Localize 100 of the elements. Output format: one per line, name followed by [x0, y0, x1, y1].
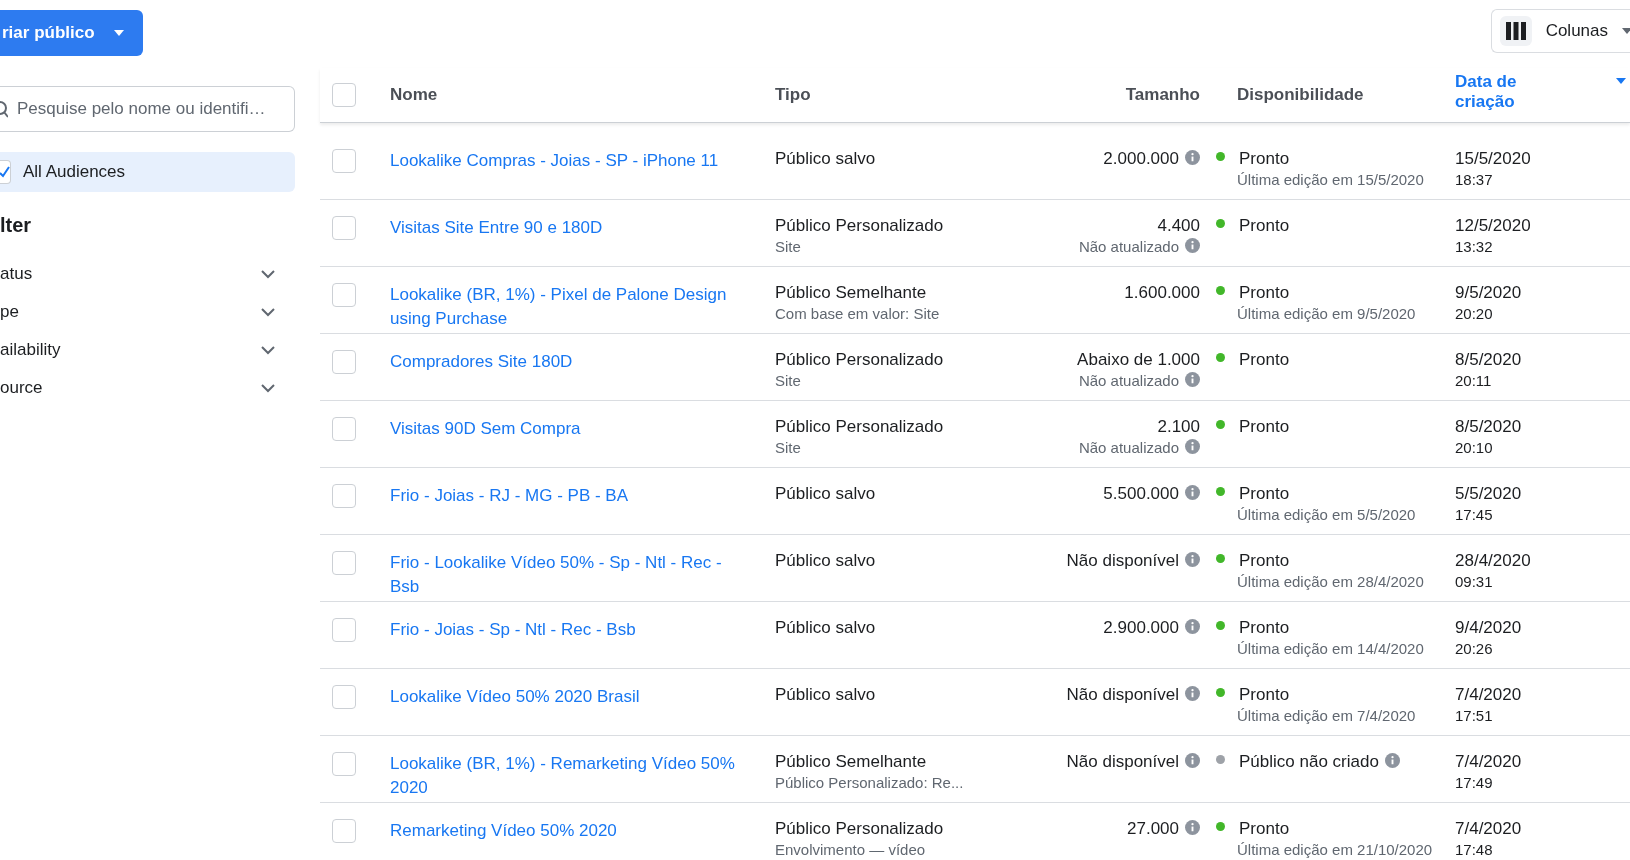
size-note: Não atualizado	[1078, 371, 1179, 391]
caret-icon	[1622, 28, 1630, 34]
creation-time: 17:48	[1455, 840, 1494, 860]
audience-name-link[interactable]: Lookalike Vídeo 50% 2020 Brasil	[390, 685, 775, 709]
filter-dropdown[interactable]: ailability	[0, 331, 295, 369]
audience-size: 4.400	[1157, 216, 1200, 236]
audience-size: Não disponível	[1066, 685, 1179, 705]
audience-size: Não disponível	[1066, 551, 1179, 571]
availability-status: Pronto	[1239, 149, 1290, 169]
creation-date: 7/4/2020	[1455, 752, 1523, 772]
audience-type: Público salvo	[775, 685, 877, 705]
creation-time: 20:26	[1455, 639, 1494, 659]
row-checkbox[interactable]	[332, 149, 356, 173]
availability-status: Pronto	[1239, 216, 1290, 236]
row-checkbox[interactable]	[332, 417, 356, 441]
audience-type: Público Personalizado	[775, 350, 945, 370]
audience-list-item[interactable]: All Audiences	[0, 152, 295, 192]
audience-size: 2.000.000	[1103, 149, 1179, 169]
audience-name-link[interactable]: Lookalike (BR, 1%) - Pixel de Palone Design using Purchase	[390, 283, 775, 331]
info-icon[interactable]	[1185, 551, 1200, 567]
creation-date: 7/4/2020	[1455, 819, 1523, 839]
audience-size: 2.100	[1157, 417, 1200, 437]
column-header[interactable]: Disponibilidade	[1237, 85, 1364, 104]
creation-time: 20:10	[1455, 438, 1494, 458]
columns-icon	[1505, 22, 1526, 40]
availability-status: Pronto	[1239, 484, 1290, 504]
audience-name-link[interactable]: Remarketing Vídeo 50% 2020	[390, 819, 775, 843]
type-detail: Site	[775, 371, 802, 391]
audience-type: Público Personalizado	[775, 216, 945, 236]
audience-size: 27.000	[1127, 819, 1179, 839]
filter-heading: lter	[0, 214, 33, 237]
info-icon[interactable]	[1185, 685, 1200, 701]
audience-name-link[interactable]: Lookalike (BR, 1%) - Remarketing Vídeo 50% 2020	[390, 752, 775, 800]
row-checkbox[interactable]	[332, 350, 356, 374]
type-detail: Envolvimento — vídeo	[775, 840, 927, 860]
info-icon[interactable]	[1384, 752, 1400, 768]
info-icon[interactable]	[1185, 819, 1200, 835]
last-edit-note: Última edição em 7/4/2020	[1237, 706, 1417, 726]
row-checkbox[interactable]	[332, 484, 356, 508]
info-icon[interactable]	[1185, 371, 1200, 387]
type-detail: Site	[775, 438, 802, 458]
filter-dropdown[interactable]: ource	[0, 369, 295, 407]
audience-size: Abaixo de 1.000	[1077, 350, 1200, 370]
audience-name-link[interactable]: Compradores Site 180D	[390, 350, 775, 374]
column-header[interactable]: Tipo	[775, 85, 811, 104]
type-detail: Site	[775, 237, 802, 257]
audience-size: 2.900.000	[1103, 618, 1179, 638]
column-header[interactable]: Data de criação	[1455, 72, 1535, 112]
row-checkbox[interactable]	[332, 283, 356, 307]
info-icon[interactable]	[1185, 752, 1200, 768]
last-edit-note: Última edição em 28/4/2020	[1237, 572, 1425, 592]
row-checkbox[interactable]	[332, 752, 356, 776]
availability-status: Público não criado	[1239, 752, 1379, 772]
audience-size: Não disponível	[1066, 752, 1179, 772]
creation-date: 9/5/2020	[1455, 283, 1523, 303]
audience-type: Público Semelhante	[775, 283, 928, 303]
row-checkbox[interactable]	[332, 685, 356, 709]
creation-date: 9/4/2020	[1455, 618, 1523, 638]
size-note: Não atualizado	[1078, 438, 1179, 458]
info-icon[interactable]	[1185, 237, 1200, 253]
filter-dropdown[interactable]: pe	[0, 293, 295, 331]
creation-time: 13:32	[1455, 237, 1494, 257]
select-all-checkbox[interactable]	[332, 83, 356, 107]
info-icon[interactable]	[1185, 484, 1200, 500]
columns-button[interactable]: Colunas	[1490, 9, 1630, 53]
row-checkbox[interactable]	[332, 216, 356, 240]
info-icon[interactable]	[1185, 618, 1200, 634]
creation-date: 8/5/2020	[1455, 417, 1523, 437]
availability-status: Pronto	[1239, 819, 1290, 839]
creation-time: 17:51	[1455, 706, 1494, 726]
audience-name-link[interactable]: Frio - Joias - RJ - MG - PB - BA	[390, 484, 775, 508]
size-note: Não atualizado	[1078, 237, 1179, 257]
filter-dropdown[interactable]: atus	[0, 255, 295, 293]
creation-date: 15/5/2020	[1455, 149, 1532, 169]
search-input[interactable]: Pesquise pelo nome ou identifi…	[17, 89, 288, 129]
row-checkbox[interactable]	[332, 551, 356, 575]
info-icon[interactable]	[1185, 149, 1200, 165]
last-edit-note: Última edição em 5/5/2020	[1237, 505, 1417, 525]
checkbox[interactable]	[0, 160, 11, 184]
audience-size: 1.600.000	[1124, 283, 1200, 303]
availability-status: Pronto	[1239, 350, 1290, 370]
row-checkbox[interactable]	[332, 618, 356, 642]
info-icon[interactable]	[1185, 438, 1200, 454]
audience-name-link[interactable]: Visitas Site Entre 90 e 180D	[390, 216, 775, 240]
column-header[interactable]: Tamanho	[1125, 85, 1200, 104]
search-field[interactable]: Pesquise pelo nome ou identifi…	[0, 86, 295, 132]
create-audience-button[interactable]: riar público	[0, 10, 143, 56]
availability-status: Pronto	[1239, 685, 1290, 705]
last-edit-note: Última edição em 15/5/2020	[1237, 170, 1425, 190]
row-checkbox[interactable]	[332, 819, 356, 843]
type-detail: Público Personalizado: Re...	[775, 773, 965, 793]
audience-label: All Audiences	[23, 162, 126, 182]
audience-name-link[interactable]: Visitas 90D Sem Compra	[390, 417, 775, 441]
audience-name-link[interactable]: Lookalike Compras - Joias - SP - iPhone 11	[390, 149, 775, 173]
audience-name-link[interactable]: Frio - Joias - Sp - Ntl - Rec - Bsb	[390, 618, 775, 642]
column-header[interactable]: Nome	[390, 85, 438, 104]
audience-type: Público salvo	[775, 618, 877, 638]
audience-type: Público Personalizado	[775, 819, 945, 839]
creation-time: 09:31	[1455, 572, 1494, 592]
audience-name-link[interactable]: Frio - Lookalike Vídeo 50% - Sp - Ntl - Rec - Bsb	[390, 551, 775, 599]
